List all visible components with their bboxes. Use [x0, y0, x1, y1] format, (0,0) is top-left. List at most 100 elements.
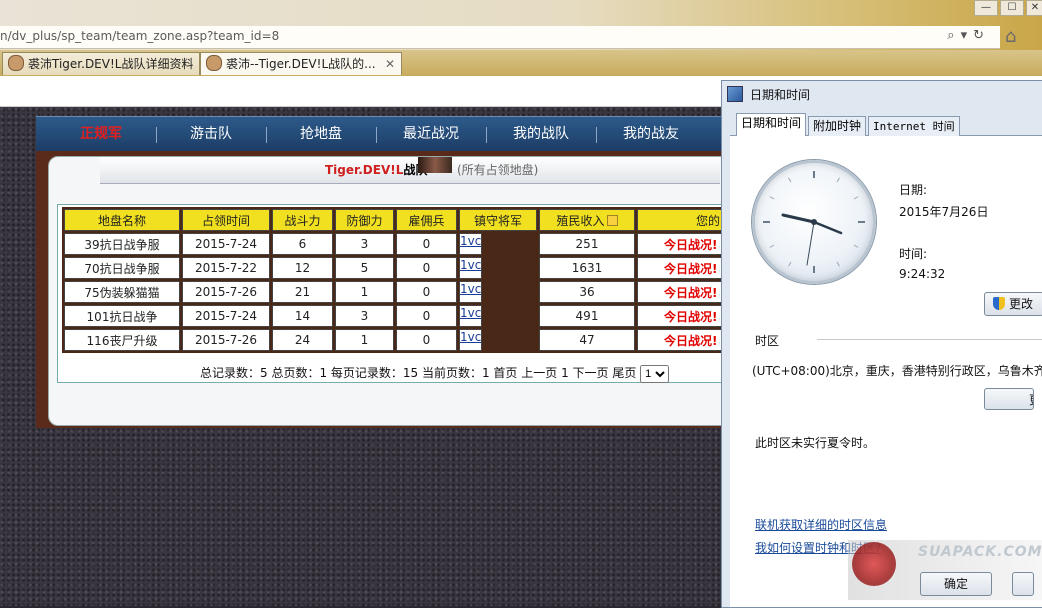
cancel-button[interactable]: [1012, 572, 1034, 596]
main-nav: 正规军 游击队 抢地盘 最近战况 我的战队 我的战友: [36, 116, 736, 151]
tab-internet-time[interactable]: Internet 时间: [868, 116, 960, 136]
cell-mercenary: 0: [396, 305, 457, 327]
date-value: 2015年7月26日: [899, 205, 989, 219]
tab-additional-clocks[interactable]: 附加时钟: [808, 116, 867, 136]
sort-icon[interactable]: [606, 214, 618, 226]
uac-shield-icon: [993, 297, 1005, 310]
favicon-icon: [206, 55, 222, 71]
table-row: 101抗日战争 2015-7-24 14 3 0 1vc 491 今日战况!: [64, 305, 725, 327]
nav-item-grab-territory[interactable]: 抢地盘: [276, 117, 366, 151]
cell-defense: 1: [335, 281, 394, 303]
divider: [817, 339, 1042, 340]
cell-mercenary: 0: [396, 233, 457, 255]
cell-defense: 1: [335, 329, 394, 351]
nav-item-guerrilla[interactable]: 游击队: [166, 117, 256, 151]
cell-attack: 24: [272, 329, 333, 351]
ok-button[interactable]: 确定: [920, 572, 992, 596]
dialog-title: 日期和时间: [750, 88, 811, 102]
timezone-info-link[interactable]: 联机获取详细的时区信息: [755, 516, 887, 533]
nav-item-my-team[interactable]: 我的战队: [496, 117, 586, 151]
dst-note: 此时区未实行夏令时。: [755, 436, 876, 450]
general-link[interactable]: 1vc: [459, 281, 483, 303]
cell-attack: 14: [272, 305, 333, 327]
nav-divider: [156, 127, 157, 143]
watermark-logo: [852, 542, 896, 586]
search-icon[interactable]: ⌕▾↻: [947, 28, 990, 43]
cell-income: 1631: [539, 257, 635, 279]
tab-team-details[interactable]: 裘沛Tiger.DEV!L战队详细资料: [2, 52, 200, 75]
cell-territory: 101抗日战争: [64, 305, 180, 327]
team-avatar: [418, 157, 452, 173]
nav-divider: [596, 127, 597, 143]
nav-divider: [266, 127, 267, 143]
territory-table: 地盘名称 占领时间 战斗力 防御力 雇佣兵 镇守将军 殖民收入 您的 39抗日战…: [62, 207, 727, 353]
cell-attack: 21: [272, 281, 333, 303]
clock-settings-icon: [727, 86, 743, 102]
general-link[interactable]: 1vc: [459, 305, 483, 327]
nav-item-regular-army[interactable]: 正规军: [56, 117, 146, 151]
cell-attack: 6: [272, 233, 333, 255]
pagination-text: 总记录数：5 总页数：1 每页记录数：15 当前页数：1 首页 上一页 1 下一…: [200, 366, 637, 380]
address-text: n/dv_plus/sp_team/team_zone.asp?team_id=…: [0, 29, 280, 43]
col-territory-name: 地盘名称: [64, 209, 180, 231]
cell-mercenary: 0: [396, 257, 457, 279]
tab-team-zone[interactable]: 裘沛--Tiger.DEV!L战队的... ✕: [200, 52, 402, 75]
minimize-button[interactable]: —: [974, 0, 998, 16]
cell-time: 2015-7-26: [182, 329, 270, 351]
battle-report-link[interactable]: 今日战况!: [637, 257, 725, 279]
change-timezone-button[interactable]: 更: [984, 388, 1034, 410]
table-row: 39抗日战争服 2015-7-24 6 3 0 1vc 251 今日战况!: [64, 233, 725, 255]
team-title: Tiger.DEV!L战队: [325, 163, 428, 177]
cell-territory: 70抗日战争服: [64, 257, 180, 279]
page-select[interactable]: 1: [640, 364, 670, 383]
cell-attack: 12: [272, 257, 333, 279]
battle-report-link[interactable]: 今日战况!: [637, 233, 725, 255]
battle-report-link[interactable]: 今日战况!: [637, 305, 725, 327]
col-attack: 战斗力: [272, 209, 333, 231]
battle-report-link[interactable]: 今日战况!: [637, 281, 725, 303]
table-row: 75伪装躲猫猫 2015-7-26 21 1 0 1vc 36 今日战况!: [64, 281, 725, 303]
general-link[interactable]: 1vc: [459, 329, 483, 351]
nav-item-recent-battles[interactable]: 最近战况: [386, 117, 476, 151]
close-window-button[interactable]: ✕: [1026, 0, 1042, 16]
cell-income: 36: [539, 281, 635, 303]
tab-date-time[interactable]: 日期和时间: [736, 113, 807, 136]
team-subtitle: (所有占领地盘): [457, 163, 539, 177]
cell-territory: 116丧尸升级: [64, 329, 180, 351]
col-income: 殖民收入: [539, 209, 635, 231]
col-occupy-time: 占领时间: [182, 209, 270, 231]
clock-face-icon: [763, 171, 865, 273]
col-defense: 防御力: [335, 209, 394, 231]
cell-defense: 3: [335, 305, 394, 327]
table-row: 116丧尸升级 2015-7-26 24 1 0 1vc 47 今日战况!: [64, 329, 725, 351]
nav-divider: [486, 127, 487, 143]
cell-mercenary: 0: [396, 281, 457, 303]
cell-time: 2015-7-26: [182, 281, 270, 303]
nav-divider: [376, 127, 377, 143]
cell-defense: 5: [335, 257, 394, 279]
date-label: 日期:: [899, 183, 928, 197]
home-icon[interactable]: ⌂: [1005, 26, 1016, 47]
cell-income: 491: [539, 305, 635, 327]
maximize-button[interactable]: ☐: [1000, 0, 1024, 16]
cell-income: 47: [539, 329, 635, 351]
time-value: 9:24:32: [899, 267, 946, 281]
pagination: 总记录数：5 总页数：1 每页记录数：15 当前页数：1 首页 上一页 1 下一…: [200, 364, 670, 383]
general-link[interactable]: 1vc: [459, 233, 483, 255]
cell-defense: 3: [335, 233, 394, 255]
address-bar[interactable]: n/dv_plus/sp_team/team_zone.asp?team_id=…: [0, 26, 1000, 49]
timezone-label: 时区: [755, 334, 780, 348]
timezone-value: (UTC+08:00)北京，重庆，香港特别行政区，乌鲁木齐: [752, 364, 1042, 378]
col-mercenary: 雇佣兵: [396, 209, 457, 231]
general-link[interactable]: 1vc: [459, 257, 483, 279]
cell-territory: 39抗日战争服: [64, 233, 180, 255]
nav-item-my-comrades[interactable]: 我的战友: [606, 117, 696, 151]
table-header-row: 地盘名称 占领时间 战斗力 防御力 雇佣兵 镇守将军 殖民收入 您的: [64, 209, 725, 231]
close-tab-icon[interactable]: ✕: [385, 53, 395, 75]
analog-clock: [752, 160, 876, 284]
battle-report-link[interactable]: 今日战况!: [637, 329, 725, 351]
change-datetime-button[interactable]: 更改: [984, 292, 1042, 316]
cell-time: 2015-7-22: [182, 257, 270, 279]
cell-territory: 75伪装躲猫猫: [64, 281, 180, 303]
cell-income: 251: [539, 233, 635, 255]
